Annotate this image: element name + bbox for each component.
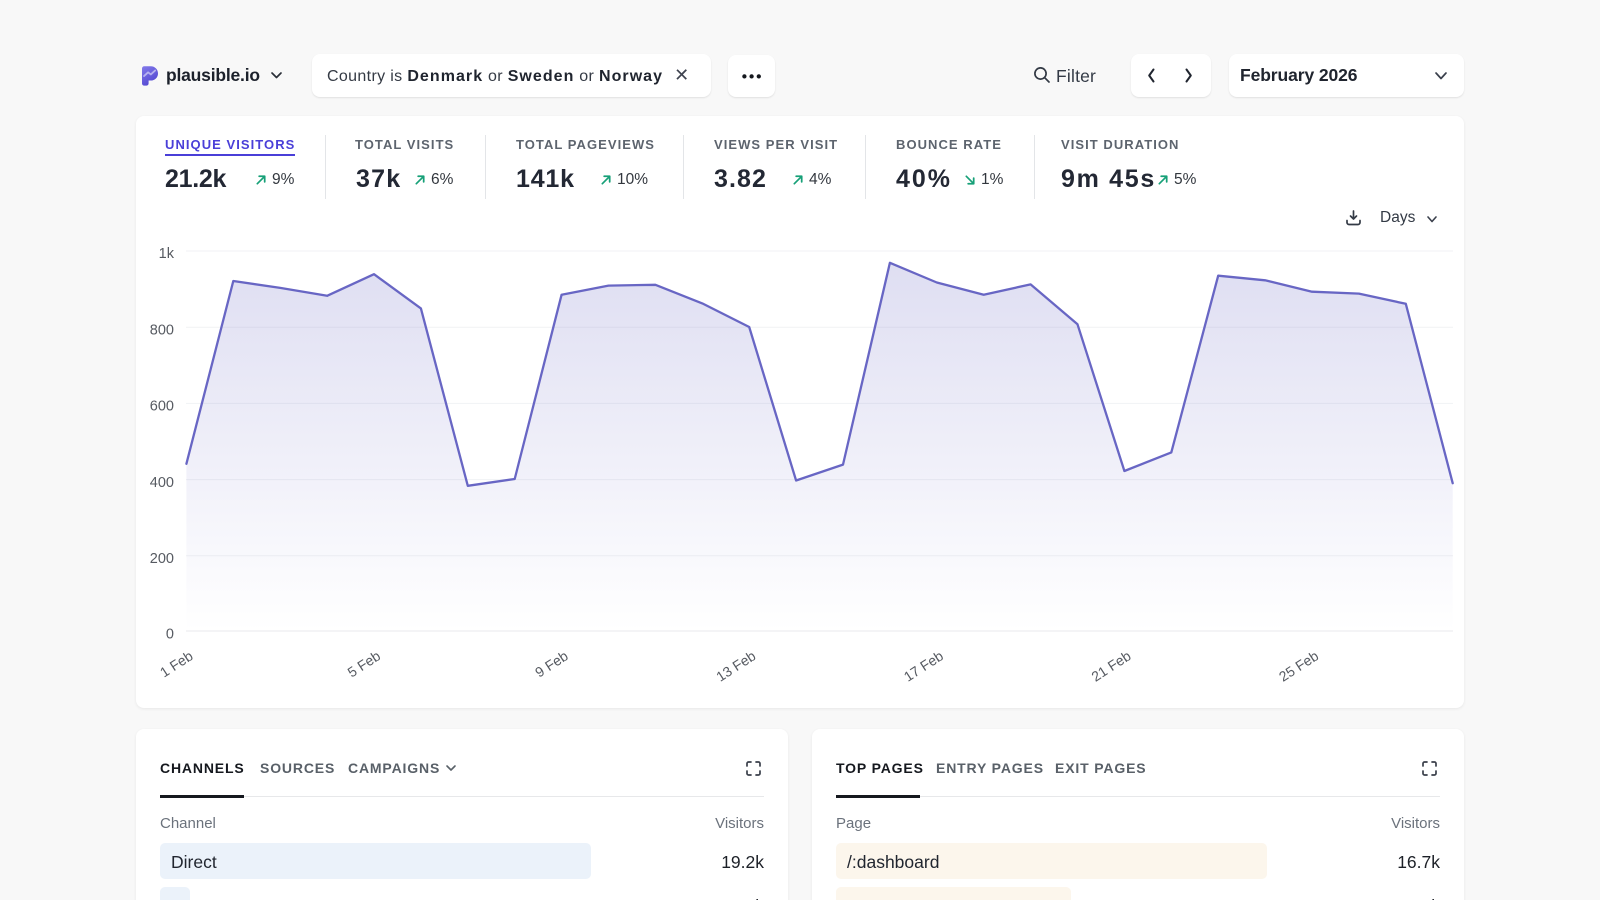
svg-text:9 Feb: 9 Feb bbox=[532, 647, 571, 680]
svg-text:13 Feb: 13 Feb bbox=[713, 647, 758, 684]
svg-text:1k: 1k bbox=[159, 246, 175, 262]
svg-text:200: 200 bbox=[150, 551, 174, 567]
svg-text:600: 600 bbox=[150, 399, 174, 415]
svg-text:400: 400 bbox=[150, 475, 174, 491]
svg-text:1 Feb: 1 Feb bbox=[157, 647, 196, 680]
svg-text:25 Feb: 25 Feb bbox=[1276, 647, 1321, 684]
svg-text:0: 0 bbox=[166, 626, 174, 642]
svg-text:17 Feb: 17 Feb bbox=[901, 647, 946, 684]
svg-text:21 Feb: 21 Feb bbox=[1088, 647, 1133, 684]
svg-text:5 Feb: 5 Feb bbox=[344, 647, 383, 680]
svg-text:800: 800 bbox=[150, 323, 174, 339]
